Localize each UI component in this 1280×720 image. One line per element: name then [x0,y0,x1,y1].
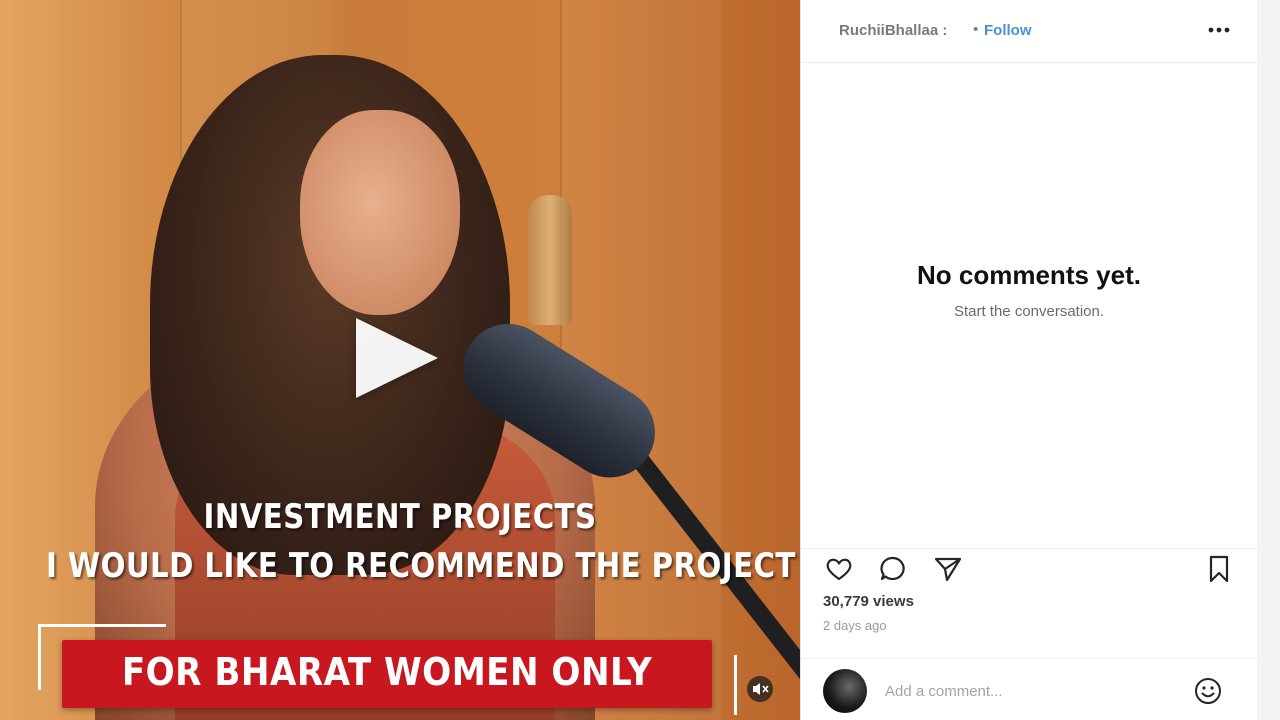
promo-banner: FOR BHARAT WOMEN ONLY [62,640,712,708]
send-paper-plane-icon[interactable] [932,553,964,585]
decorative-frame-line [38,624,41,690]
post-header: RuchiiBhallaa : • Follow [801,0,1257,63]
promo-banner-text: FOR BHARAT WOMEN ONLY [121,650,653,694]
instagram-post-view: INVESTMENT PROJECTS I WOULD LIKE TO RECO… [0,0,1280,720]
background-trophy [528,195,572,325]
view-count: 30,779 views [823,593,914,610]
avatar[interactable] [823,669,867,713]
decorative-frame-line [38,624,166,627]
add-comment-bar [801,658,1257,720]
follow-button[interactable]: Follow [984,22,1032,39]
page-edge-strip [1257,0,1280,720]
username-link[interactable]: RuchiiBhallaa : [839,22,947,39]
video-caption-line-1: INVESTMENT PROJECTS [203,497,597,537]
heart-icon[interactable] [823,553,855,585]
post-actions-bar [801,548,1257,585]
separator-dot: • [973,21,979,38]
decorative-frame-line [734,655,737,715]
video-player[interactable]: INVESTMENT PROJECTS I WOULD LIKE TO RECO… [0,0,800,720]
empty-comments-subtitle: Start the conversation. [953,303,1105,320]
comment-input[interactable] [883,677,1177,705]
bookmark-icon[interactable] [1203,553,1235,585]
muted-speaker-icon[interactable] [747,676,773,702]
comments-panel: RuchiiBhallaa : • Follow No comments yet… [800,0,1258,720]
smiley-icon[interactable] [1193,676,1223,706]
speaker-figure-face [300,110,460,315]
video-caption-line-2: I WOULD LIKE TO RECOMMEND THE PROJECT [46,546,796,586]
comment-bubble-icon[interactable] [877,553,909,585]
post-timestamp[interactable]: 2 days ago [823,618,887,633]
play-icon[interactable] [356,318,438,398]
empty-comments-title: No comments yet. [917,260,1141,290]
more-options-icon[interactable] [1206,20,1232,40]
